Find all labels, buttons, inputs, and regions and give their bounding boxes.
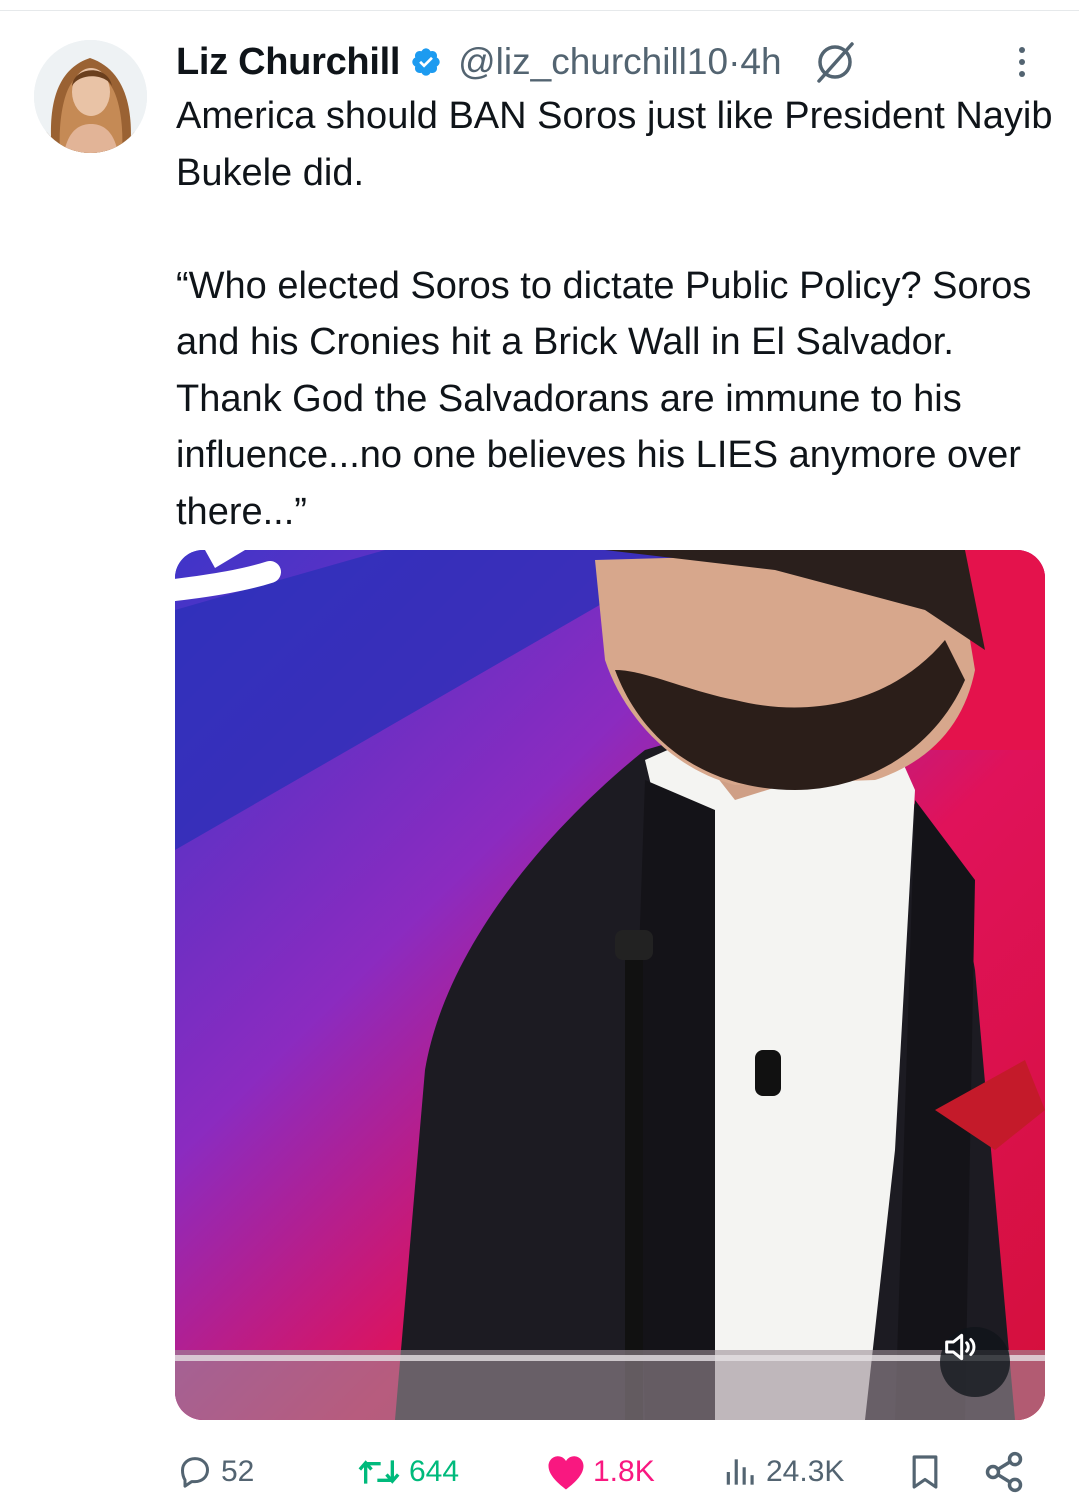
video-player[interactable] [175,550,1045,1420]
bookmark-icon [905,1450,945,1494]
views-icon [722,1452,760,1492]
tweet-time[interactable]: 4h [740,41,781,83]
more-vertical-icon[interactable] [1012,42,1032,82]
repost-count: 644 [409,1455,460,1488]
volume-icon[interactable] [940,1327,1010,1397]
like-button[interactable]: 1.8K [545,1444,655,1500]
avatar[interactable] [34,40,147,153]
share-icon [982,1450,1026,1494]
tweet-header: Liz Churchill @liz_churchill10 · 4h [176,34,858,90]
author-name[interactable]: Liz Churchill [176,41,400,84]
reply-count: 52 [221,1455,255,1488]
action-bar: 52 644 1.8K 24.3K [0,1444,1079,1500]
bookmark-button[interactable] [905,1444,945,1500]
views-count: 24.3K [766,1455,845,1488]
top-divider [0,10,1079,11]
repost-button[interactable]: 644 [355,1444,459,1500]
reply-icon [175,1452,215,1492]
time-separator: · [728,41,741,82]
heart-icon [545,1452,587,1492]
reply-button[interactable]: 52 [175,1444,254,1500]
views-button[interactable]: 24.3K [722,1444,844,1500]
like-count: 1.8K [593,1455,655,1488]
grok-icon[interactable] [812,39,858,85]
tweet-text: America should BAN Soros just like Presi… [176,95,1053,533]
verified-badge-icon [410,46,442,78]
share-button[interactable] [982,1444,1026,1500]
repost-icon [355,1452,403,1492]
author-handle[interactable]: @liz_churchill10 [458,41,728,83]
